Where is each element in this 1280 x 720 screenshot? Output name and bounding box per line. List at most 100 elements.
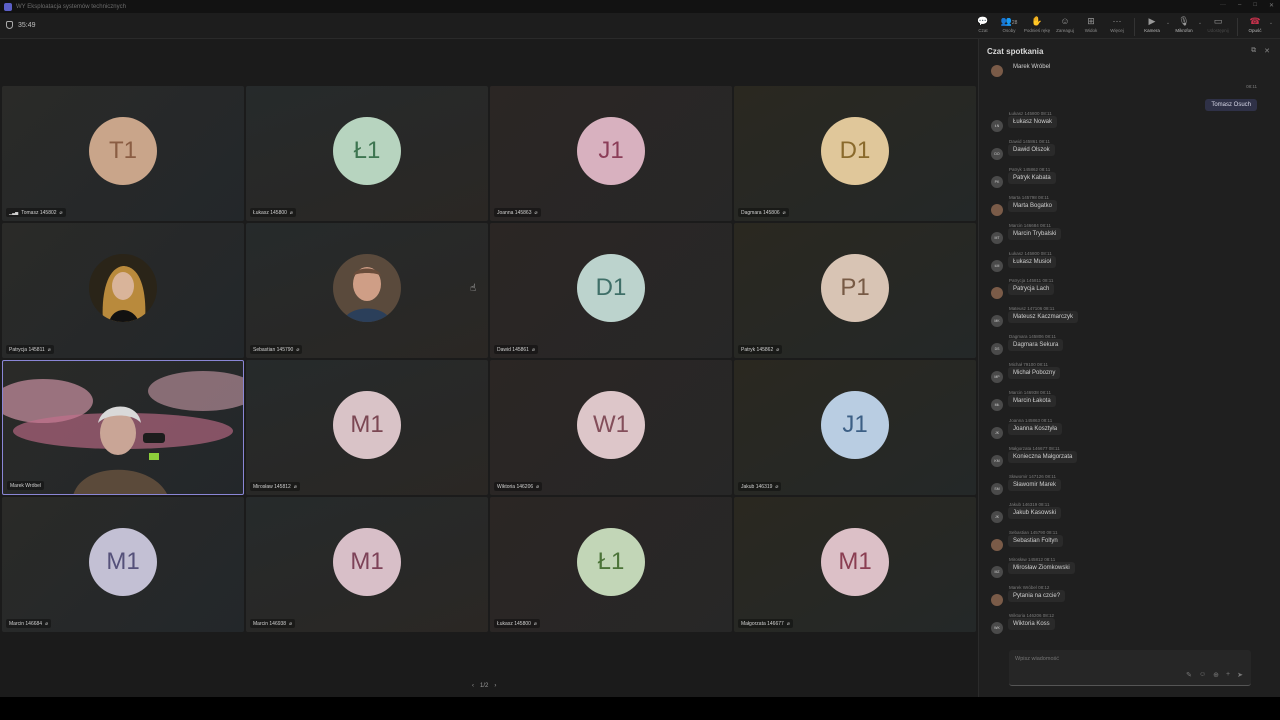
toolbar-actions: 💬 Czat 👥28 Osoby ✋ Podnieś rękę ☺ Zareaguj ⊞… [970, 16, 1274, 38]
camera-button[interactable]: ▶ Kamera [1139, 16, 1165, 33]
format-icon[interactable]: ✎ [1186, 671, 1192, 679]
participant-tile[interactable]: T1 ▁▃▅ Tomasz 145802 ⌀ [2, 86, 244, 221]
chat-avatar: SM [991, 482, 1003, 495]
send-icon[interactable]: ➤ [1237, 671, 1243, 679]
message-text: Marcin Trybalski [1008, 227, 1062, 240]
chat-avatar: DS [991, 343, 1003, 356]
participant-name: Łukasz 145800 [253, 209, 287, 216]
toolbar-divider [1237, 18, 1238, 36]
participant-tile[interactable]: J1 Jakub 146319 ⌀ [734, 360, 976, 495]
chat-title: Czat spotkania [987, 47, 1044, 56]
participant-name: Sebastian 145790 [253, 346, 294, 353]
avatar-initials: D1 [577, 253, 645, 322]
close-window-button[interactable]: ✕ [1269, 2, 1274, 9]
meeting-chat-panel: Czat spotkania ⧉ ✕ Marek Wróbel 08:11 Toma… [978, 39, 1280, 697]
participant-count: 28 [1011, 20, 1018, 26]
participant-tile[interactable]: D1 Dagmara 145806 ⌀ [734, 86, 976, 221]
avatar-initials: T1 [89, 116, 157, 185]
chat-button[interactable]: 💬 Czat [970, 16, 996, 33]
leave-options-chevron-icon[interactable]: ⌄ [1268, 20, 1274, 26]
participant-name: Mirosław 145812 [253, 483, 291, 490]
chat-avatar [991, 287, 1003, 300]
compose-box[interactable]: ✎ ☺ ⊕ + ➤ [1009, 650, 1251, 686]
avatar-photo [333, 253, 401, 322]
participant-tile[interactable]: M1 Marcin 146938 ⌀ [246, 497, 488, 632]
teams-meeting-window: WY Eksploatacja systemów technicznych ··… [0, 0, 1280, 697]
participant-tile[interactable]: Ł1 Łukasz 145800 ⌀ [246, 86, 488, 221]
message-text: Patryk Kabata [1008, 171, 1056, 184]
participant-nameplate: Patryk 145862 ⌀ [738, 345, 783, 354]
minimize-button[interactable]: – [1238, 2, 1241, 9]
next-page-icon[interactable]: › [494, 683, 496, 689]
message-text: Łukasz Musioł [1008, 255, 1057, 268]
participant-tile[interactable]: D1 Dawid 145861 ⌀ [490, 223, 732, 358]
shield-icon [6, 21, 13, 29]
participant-tile[interactable]: J1 Joanna 145863 ⌀ [490, 86, 732, 221]
meeting-duration: 35:49 [18, 21, 36, 29]
message-text: Wiktoria Koss [1008, 618, 1055, 631]
maximize-button[interactable]: □ [1253, 2, 1257, 9]
mic-button[interactable]: 🎙 Mikrofon [1171, 16, 1197, 33]
participant-name: Małgorzata 146677 [741, 620, 784, 627]
participant-tile[interactable]: Marek Wróbel [2, 360, 244, 495]
share-button[interactable]: ▭ Udostępnij [1203, 16, 1233, 33]
chat-avatar: MZ [991, 566, 1003, 579]
close-chat-icon[interactable]: ✕ [1264, 47, 1270, 55]
raise-hand-button[interactable]: ✋ Podnieś rękę [1022, 16, 1052, 33]
add-icon[interactable]: + [1226, 671, 1230, 679]
participant-nameplate: Dawid 145861 ⌀ [494, 345, 538, 354]
message-sender-time: Marta 145798 08:11 [1009, 194, 1049, 200]
avatar-initials: J1 [577, 116, 645, 185]
participant-tile[interactable]: M1 Mirosław 145812 ⌀ [246, 360, 488, 495]
participant-name: Patryk 145862 [741, 346, 774, 353]
more-button[interactable]: ··· Więcej [1104, 16, 1130, 33]
participant-tile[interactable]: W1 Wiktoria 146206 ⌀ [490, 360, 732, 495]
emoji-icon[interactable]: ☺ [1199, 671, 1206, 679]
compose-actions: ✎ ☺ ⊕ + ➤ [1186, 671, 1243, 679]
participant-nameplate: Dagmara 145806 ⌀ [738, 208, 789, 217]
participant-name: Dawid 145861 [497, 346, 529, 353]
people-button[interactable]: 👥28 Osoby [996, 16, 1022, 33]
pagination: ‹ 1/2 › [472, 683, 496, 689]
avatar-initials: M1 [89, 527, 157, 596]
attach-icon[interactable]: ⊕ [1213, 671, 1219, 679]
participant-tile[interactable]: Sebastian 145790 ⌀ [246, 223, 488, 358]
message-text: Dawid Olszok [1008, 143, 1055, 156]
participant-name: Marek Wróbel [10, 482, 42, 489]
participant-nameplate: Łukasz 145800 ⌀ [250, 208, 296, 217]
message-input[interactable] [1015, 656, 1215, 662]
own-chat-message: 08:11 Tomasz Osuch [1205, 84, 1257, 111]
participant-tile[interactable]: M1 Małgorzata 146677 ⌀ [734, 497, 976, 632]
chat-avatar: MK [991, 315, 1003, 328]
chat-avatar: WK [991, 622, 1003, 635]
message-text: Sebastian Foltyn [1008, 534, 1063, 547]
mic-muted-icon: ⌀ [45, 620, 49, 627]
chat-avatar [991, 594, 1003, 607]
react-button[interactable]: ☺ Zareaguj [1052, 16, 1078, 33]
mic-muted-icon: ⌀ [786, 620, 790, 627]
view-button[interactable]: ⊞ Widok [1078, 16, 1104, 33]
participant-tile[interactable]: Ł1 Łukasz 145800 ⌀ [490, 497, 732, 632]
message-text: Joanna Kosztyła [1008, 422, 1063, 435]
leave-button[interactable]: ☎ Opuść [1242, 16, 1268, 33]
message-text: Mateusz Kaczmarczyk [1008, 311, 1079, 324]
message-text: Mirosław Ziomkowski [1008, 562, 1075, 575]
mic-muted-icon: ⌀ [293, 483, 297, 490]
participant-nameplate: Łukasz 145800 ⌀ [494, 619, 540, 628]
participant-nameplate: Wiktoria 146206 ⌀ [494, 482, 543, 491]
title-bar: WY Eksploatacja systemów technicznych ··… [0, 0, 1280, 13]
more-window-icon[interactable]: ··· [1220, 2, 1226, 9]
participant-tile[interactable]: P1 Patryk 145862 ⌀ [734, 223, 976, 358]
popout-icon[interactable]: ⧉ [1251, 47, 1256, 55]
people-icon: 👥28 [1000, 16, 1018, 26]
participant-name: Dagmara 145806 [741, 209, 780, 216]
previous-page-icon[interactable]: ‹ [472, 683, 474, 689]
participant-nameplate: Joanna 145863 ⌀ [494, 208, 541, 217]
chat-avatar: ŁN [991, 120, 1003, 132]
participant-tile[interactable]: M1 Marcin 146684 ⌀ [2, 497, 244, 632]
participant-grid: T1 ▁▃▅ Tomasz 145802 ⌀ Ł1 Łukasz 145800 ⌀ J1 Joa… [2, 86, 976, 633]
participant-tile[interactable]: Patrycja 145811 ⌀ [2, 223, 244, 358]
camera-icon: ▶ [1148, 16, 1156, 26]
message-text: Marek Wróbel [1013, 64, 1051, 70]
message-text: Patrycja Lach [1008, 283, 1055, 296]
